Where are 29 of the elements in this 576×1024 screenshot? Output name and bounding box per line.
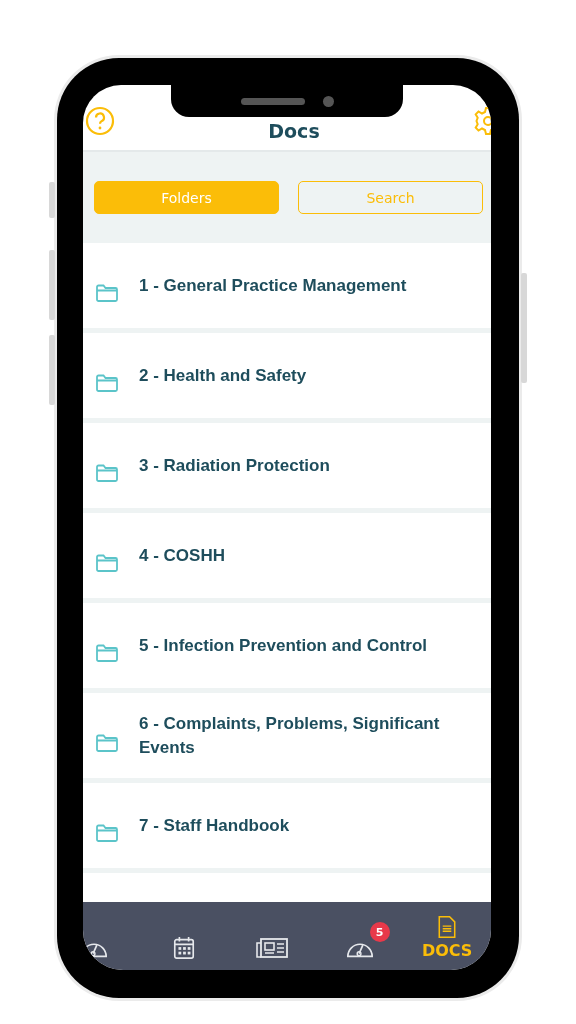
nav-label: DOCS: [421, 941, 473, 960]
folder-row[interactable]: 7 - Staff Handbook: [83, 783, 491, 868]
folder-name: 4 - COSHH: [139, 544, 225, 567]
folder-icon: [95, 462, 119, 483]
folder-icon: [95, 642, 119, 663]
nav-item[interactable]: 5: [315, 922, 404, 960]
speaker-grille: [240, 97, 305, 105]
folder-icon: [95, 282, 119, 303]
folder-name: 2 - Health and Safety: [139, 364, 307, 387]
folder-name: 1 - General Practice Management: [139, 274, 407, 297]
camera-dot: [322, 95, 334, 107]
folder-name: 3 - Radiation Protection: [139, 454, 330, 477]
folder-icon: [95, 552, 119, 573]
page-title: Docs: [268, 120, 320, 142]
folder-icon: [95, 372, 119, 393]
folder-name: 5 - Infection Prevention and Control: [139, 634, 428, 657]
folder-row[interactable]: 1 - General Practice Management: [83, 243, 491, 328]
folder-icon: [95, 732, 119, 753]
folder-icon: [95, 822, 119, 843]
notification-badge: 5: [369, 922, 390, 942]
folder-row[interactable]: 4 - COSHH: [83, 513, 491, 598]
nav-item[interactable]: DOCS: [403, 901, 491, 960]
newspaper-icon: [255, 936, 288, 960]
folder-name: 6 - Complaints, Problems, Significant Events: [139, 712, 441, 759]
folder-row[interactable]: 5 - Infection Prevention and Control: [83, 603, 491, 688]
folder-name: 7 - Staff Handbook: [139, 814, 290, 837]
folder-row[interactable]: 3 - Radiation Protection: [83, 423, 491, 508]
folder-row[interactable]: 2 - Health and Safety: [83, 333, 491, 418]
folder-row[interactable]: 6 - Complaints, Problems, Significant Events: [83, 693, 491, 778]
